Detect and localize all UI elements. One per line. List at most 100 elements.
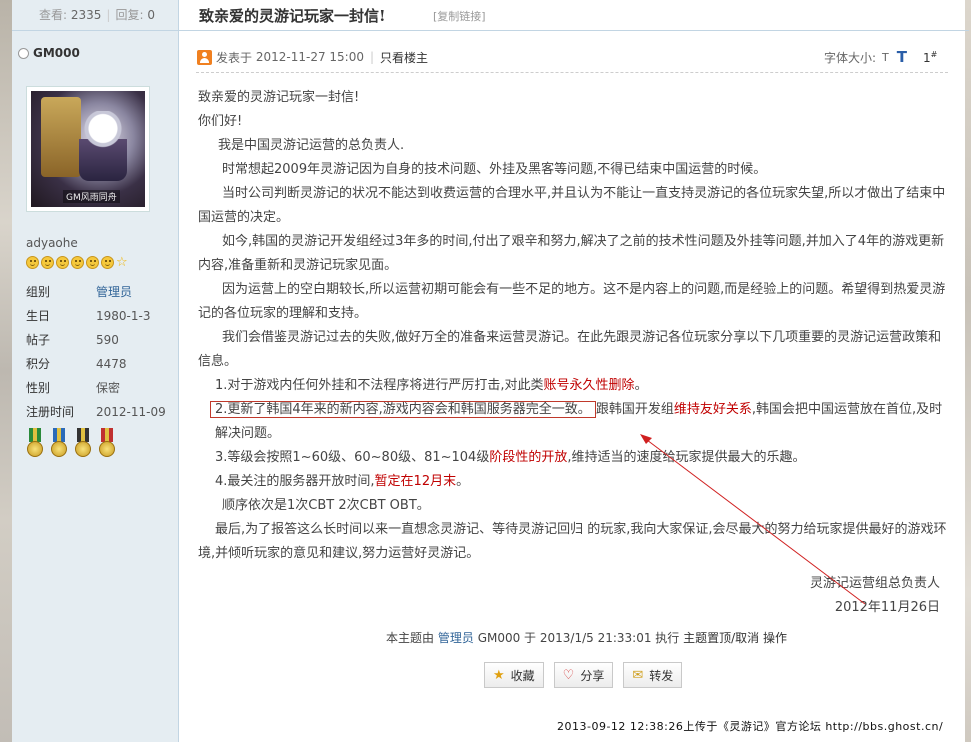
favorite-button[interactable]: ★ 收藏 (484, 662, 544, 688)
thread-header: 致亲爱的灵游记玩家一封信! [复制链接] (179, 0, 969, 31)
stats-separator: | (106, 8, 111, 22)
character-icon (79, 111, 127, 181)
medal-icon[interactable] (50, 428, 68, 460)
sign-date: 2012年11月26日 (834, 600, 940, 615)
share-label: 分享 (580, 668, 605, 683)
font-large-button[interactable]: T (897, 48, 907, 66)
policy-item-2: 2.更新了韩国4年来的新内容,游戏内容会和韩国服务器完全一致。 跟韩国开发组维持友… (198, 398, 950, 446)
annotation-box: 2.更新了韩国4年来的新内容,游戏内容会和韩国服务器完全一致。 (210, 401, 596, 418)
author-name[interactable]: GM000 (18, 46, 80, 60)
floor-value: 1 (923, 50, 931, 65)
rank-stars: ☆ (26, 256, 128, 269)
profile-row: 帖子 590 (26, 328, 166, 352)
upload-watermark: 2013-09-12 12:38:26上传于《灵游记》官方论坛 http://b… (557, 720, 944, 733)
policy-item-1: 1.对于游戏内任何外挂和不法程序将进行严厉打击,对此类账号永久性删除。 (198, 374, 950, 398)
profile-row: 组别 管理员 (26, 280, 166, 304)
views-count: 2335 (70, 8, 102, 22)
envelope-icon: ✉ (632, 667, 644, 683)
note-action: 主题置顶/取消 (683, 631, 760, 645)
offline-status-icon (18, 47, 29, 59)
profile-value: 590 (96, 333, 119, 347)
note-prefix: 本主题由 (386, 631, 435, 645)
forward-button[interactable]: ✉ 转发 (623, 662, 683, 688)
post-paragraph: 因为运营上的空白期较长,所以运营初期可能会有一些不足的地方。这不是内容上的问题,… (198, 282, 946, 321)
avatar-image: GM风雨同舟 (31, 91, 145, 207)
medal-icon[interactable] (98, 428, 116, 460)
star-icon: ★ (493, 667, 505, 683)
medals (26, 428, 116, 460)
profile-value: 1980-1-3 (96, 309, 151, 323)
background-photo-right (965, 0, 971, 742)
post-paragraph: 如今,韩国的灵游记开发组经过3年多的时间,付出了艰辛和努力,解决了之前的技术性问… (198, 234, 945, 273)
smiley-icon (71, 256, 84, 269)
thread-stats: 查看: 2335 | 回复: 0 (12, 0, 178, 31)
policy-text: ,维持适当的速度给玩家提供最大的乐趣。 (567, 450, 806, 465)
post-paragraph: 致亲爱的灵游记玩家一封信! (198, 90, 360, 105)
medal-icon[interactable] (74, 428, 92, 460)
post-paragraph: 顺序依次是1次CBT 2次CBT OBT。 (222, 498, 430, 513)
floor-mark: # (930, 49, 938, 59)
share-button[interactable]: ♡ 分享 (553, 662, 614, 688)
profile-key: 生日 (26, 309, 51, 323)
floor-number[interactable]: 1# (923, 50, 937, 65)
font-size-control: 字体大小: T T 1# (824, 48, 937, 66)
replies-label: 回复: (115, 8, 144, 22)
profile-value: 4478 (96, 357, 127, 371)
post-paragraph: 最后,为了报答这么长时间以来一直想念灵游记、等待灵游记回归 的玩家,我向大家保证… (198, 522, 947, 561)
username[interactable]: adyaohe (26, 236, 78, 250)
smiley-icon (41, 256, 54, 269)
profile-row: 积分 4478 (26, 352, 166, 376)
note-middle: GM000 于 2013/1/5 21:33:01 执行 (477, 631, 680, 645)
smiley-icon (101, 256, 114, 269)
policy-item-4: 4.最关注的服务器开放时间,暂定在12月末。 (198, 470, 950, 494)
font-small-button[interactable]: T (882, 51, 889, 64)
post-actions: ★ 收藏 ♡ 分享 ✉ 转发 (484, 662, 683, 688)
profile-row: 生日 1980-1-3 (26, 304, 166, 328)
profile-value-group[interactable]: 管理员 (96, 280, 132, 304)
smiley-icon (86, 256, 99, 269)
posted-time: 2012-11-27 15:00 (255, 50, 364, 64)
note-role-link[interactable]: 管理员 (438, 631, 474, 645)
highlight-red: 暂定在12月末 (374, 474, 457, 489)
user-icon (197, 49, 212, 65)
avatar[interactable]: GM风雨同舟 (26, 86, 150, 212)
post-content: 致亲爱的灵游记玩家一封信! 你们好! 我是中国灵游记运营的总负责人. 时常想起2… (198, 86, 950, 620)
views-label: 查看: (39, 8, 68, 22)
forward-label: 转发 (649, 668, 674, 683)
post-paragraph: 时常想起2009年灵游记因为自身的技术问题、外挂及黑客等问题,不得已结束中国运营… (222, 162, 767, 177)
profile-value: 保密 (96, 381, 121, 395)
font-size-label: 字体大小: (824, 50, 877, 65)
policy-text: 3.等级会按照1~60级、60~80级、81~104级 (215, 450, 490, 465)
smiley-icon (56, 256, 69, 269)
medal-icon[interactable] (26, 428, 44, 460)
post-paragraph: 你们好! (198, 114, 243, 129)
highlight-red: 阶段性的开放 (489, 450, 568, 465)
post-paragraph: 当时公司判断灵游记的状况不能达到收费运营的合理水平,并且认为不能让一直支持灵游记… (198, 186, 946, 225)
note-op-link[interactable]: 操作 (763, 631, 787, 645)
profile-key: 积分 (26, 357, 51, 371)
replies-count: 0 (147, 8, 155, 22)
author-name-text: GM000 (33, 46, 80, 60)
profile-value: 2012-11-09 (96, 405, 166, 419)
meta-separator: | (369, 50, 375, 64)
profile-row: 性别 保密 (26, 376, 166, 400)
posted-label: 发表于 (216, 50, 253, 65)
policy-text: 1.对于游戏内任何外挂和不法程序将进行严厉打击,对此类 (215, 378, 544, 393)
background-photo-left (0, 0, 12, 742)
moderation-note: 本主题由 管理员 GM000 于 2013/1/5 21:33:01 执行 主题… (386, 629, 787, 646)
policy-text: 跟韩国开发组 (595, 402, 674, 417)
scroll-icon (41, 97, 81, 177)
highlight-red: 账号永久性删除 (543, 378, 635, 393)
profile-key: 帖子 (26, 333, 51, 347)
post-paragraph: 我们会借鉴灵游记过去的失败,做好万全的准备来运营灵游记。在此先跟灵游记各位玩家分… (198, 330, 942, 369)
avatar-caption: GM风雨同舟 (63, 190, 120, 203)
policy-text: 4.最关注的服务器开放时间, (215, 474, 375, 489)
profile-key: 性别 (26, 381, 51, 395)
post-paragraph: 我是中国灵游记运营的总负责人. (218, 138, 405, 153)
post-meta: 发表于 2012-11-27 15:00 | 只看楼主 (197, 48, 428, 66)
signature: 灵游记运营组总负责人 (809, 576, 940, 591)
highlight-red: 维持友好关系 (673, 402, 752, 417)
copy-link-button[interactable]: [复制链接] (433, 8, 486, 24)
only-author-link[interactable]: 只看楼主 (380, 49, 428, 66)
divider (196, 72, 948, 73)
